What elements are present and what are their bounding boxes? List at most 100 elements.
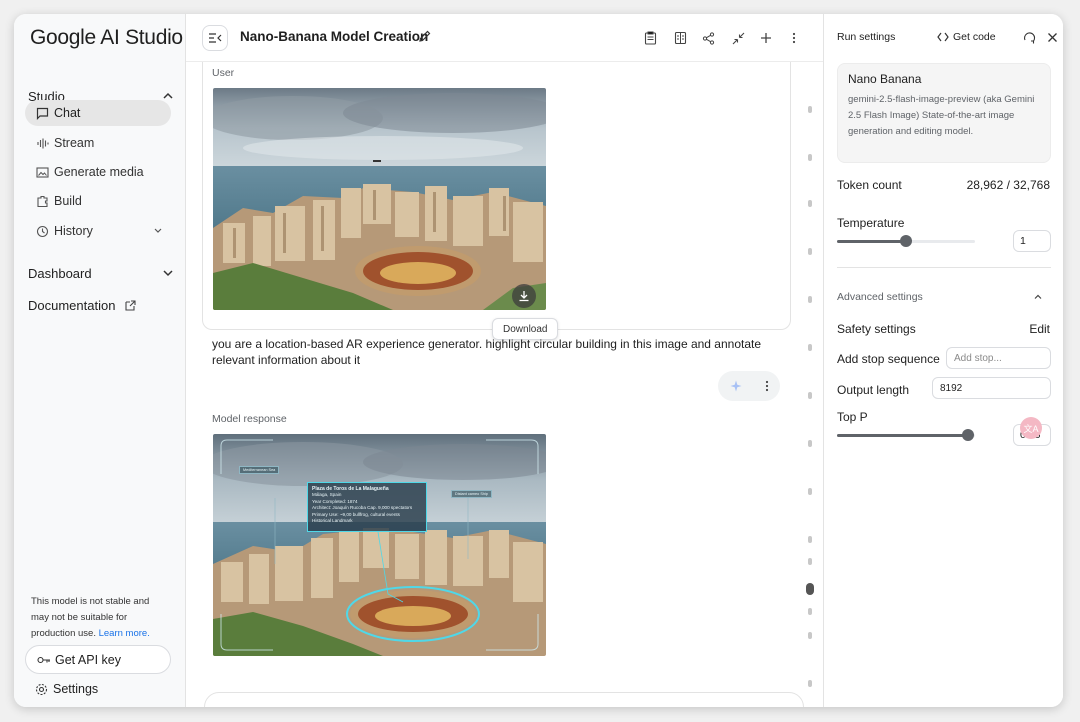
get-code-button[interactable]: Get code <box>937 31 996 43</box>
chat-icon <box>35 106 49 120</box>
sidebar-item-build[interactable]: Build <box>25 188 171 214</box>
scroll-marker[interactable] <box>808 680 812 687</box>
chevron-down-icon <box>153 224 163 238</box>
pencil-icon[interactable] <box>418 29 432 43</box>
model-selector-card[interactable]: Nano Banana gemini-2.5-flash-image-previ… <box>837 63 1051 163</box>
settings-label: Settings <box>53 682 99 696</box>
model-role-label: Model response <box>212 413 287 425</box>
prompt-input[interactable] <box>204 692 804 707</box>
user-uploaded-image[interactable] <box>213 88 546 310</box>
temperature-slider-fill <box>837 240 906 243</box>
close-panel-button[interactable] <box>1043 28 1061 46</box>
temperature-slider-knob[interactable] <box>900 235 912 247</box>
toggle-sidebar-button[interactable] <box>202 25 228 51</box>
key-icon <box>37 656 50 663</box>
scroll-marker[interactable] <box>808 488 812 495</box>
download-image-button[interactable] <box>512 284 536 308</box>
temperature-label: Temperature <box>837 216 905 230</box>
sidebar-item-label: History <box>54 224 93 238</box>
chevron-up-icon[interactable] <box>1033 292 1043 302</box>
safety-settings-label: Safety settings <box>837 322 916 336</box>
download-icon <box>519 291 529 302</box>
advanced-settings-label[interactable]: Advanced settings <box>837 291 923 303</box>
dashboard-section-toggle[interactable]: Dashboard <box>28 261 174 285</box>
reset-settings-button[interactable] <box>1020 28 1038 46</box>
sidebar-item-label: Chat <box>54 106 81 120</box>
top-p-label: Top P <box>837 410 868 424</box>
external-link-icon <box>125 299 137 311</box>
scroll-marker[interactable] <box>808 296 812 303</box>
get-code-label: Get code <box>953 31 996 43</box>
scroll-marker[interactable] <box>808 536 812 543</box>
get-api-key-label: Get API key <box>55 652 122 667</box>
safety-edit-button[interactable]: Edit <box>1029 322 1050 336</box>
model-disclaimer: This model is not stable and may not be … <box>31 594 166 642</box>
scroll-marker[interactable] <box>808 344 812 351</box>
run-settings-title: Run settings <box>837 31 896 43</box>
sidebar-collapse-icon <box>209 33 222 43</box>
plus-icon <box>761 33 771 43</box>
clipboard-button[interactable] <box>640 28 660 48</box>
stop-sequence-label: Add stop sequence <box>837 352 940 366</box>
sidebar-item-stream[interactable]: Stream <box>25 130 171 156</box>
ar-landmark: Historical Landmark <box>312 518 353 524</box>
temperature-slider[interactable] <box>837 235 975 247</box>
more-vert-icon[interactable] <box>765 380 769 392</box>
sidebar-item-history[interactable]: History <box>25 218 171 244</box>
top-p-slider-fill <box>837 434 968 437</box>
get-api-key-button[interactable]: Get API key <box>25 645 171 674</box>
new-chat-button[interactable] <box>756 28 776 48</box>
scroll-marker[interactable] <box>808 558 812 565</box>
sidebar-item-chat[interactable]: Chat <box>25 100 171 126</box>
translate-extension-icon[interactable]: 文A <box>1020 417 1042 439</box>
top-p-slider-knob[interactable] <box>962 429 974 441</box>
sparkle-icon[interactable] <box>730 380 742 392</box>
output-length-input[interactable]: 8192 <box>932 377 1051 399</box>
token-count-label: Token count <box>837 178 902 192</box>
page-title: Nano-Banana Model Creation <box>240 29 429 44</box>
scroll-marker[interactable] <box>808 154 812 161</box>
ar-architect: Architect: Joaquín Rucoba <box>312 505 366 511</box>
temperature-input[interactable]: 1 <box>1013 230 1051 252</box>
scroll-marker[interactable] <box>808 440 812 447</box>
settings-link[interactable]: Settings <box>35 682 98 696</box>
scroll-marker[interactable] <box>808 632 812 639</box>
model-name: Nano Banana <box>848 72 922 86</box>
gear-icon <box>35 683 48 695</box>
scroll-marker[interactable] <box>808 248 812 255</box>
scroll-thumb[interactable] <box>806 583 814 595</box>
chevron-down-icon <box>163 270 173 277</box>
learn-more-link[interactable]: Learn more. <box>99 628 150 639</box>
scroll-marker[interactable] <box>808 106 812 113</box>
app-logo[interactable]: Google AI Studio <box>30 26 183 50</box>
build-icon <box>35 194 49 208</box>
scroll-marker[interactable] <box>808 392 812 399</box>
compare-button[interactable] <box>670 28 690 48</box>
user-role-label: User <box>212 67 235 79</box>
compress-button[interactable] <box>728 28 748 48</box>
documentation-link[interactable]: Documentation <box>28 293 174 317</box>
user-prompt-text: you are a location-based AR experience g… <box>212 337 762 367</box>
reset-icon <box>1023 31 1035 43</box>
image-icon <box>35 165 49 179</box>
scroll-marker[interactable] <box>808 200 812 207</box>
scroll-marker[interactable] <box>808 608 812 615</box>
chevron-up-icon <box>163 92 173 99</box>
token-count-value: 28,962 / 32,768 <box>966 178 1050 192</box>
documentation-label: Documentation <box>28 297 116 313</box>
share-button[interactable] <box>698 28 718 48</box>
ar-tag-right: Distant cameo Ship <box>451 490 492 498</box>
sidebar-item-label: Generate media <box>54 165 144 179</box>
app-window: Google AI Studio Studio Chat Stream Gene… <box>14 14 1063 707</box>
sidebar-item-generate-media[interactable]: Generate media <box>25 159 171 185</box>
stop-sequence-input[interactable]: Add stop... <box>946 347 1051 369</box>
top-p-slider[interactable] <box>837 429 975 441</box>
run-settings-panel: Run settings Get code Nano Banana gemini… <box>823 14 1063 707</box>
history-icon <box>35 224 49 238</box>
stream-icon <box>35 136 49 150</box>
model-response-image[interactable]: Plaza de Toros de La Malagueña Málaga, S… <box>213 434 546 656</box>
share-icon <box>702 31 714 45</box>
more-options-button[interactable] <box>784 28 804 48</box>
sidebar-item-label: Build <box>54 194 82 208</box>
chat-scroll-navigator[interactable] <box>806 86 814 687</box>
